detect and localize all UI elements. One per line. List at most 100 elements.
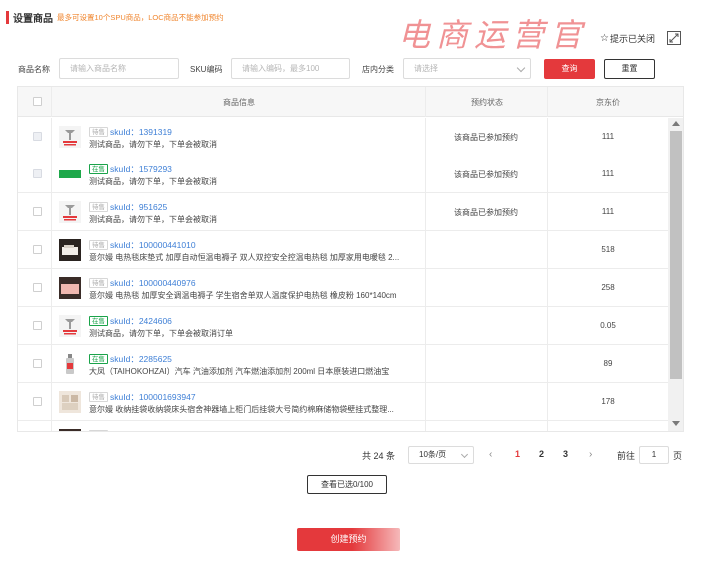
- category-placeholder: 请选择: [414, 64, 438, 73]
- divider: [51, 345, 52, 383]
- row-checkbox[interactable]: [33, 245, 42, 254]
- status-badge: 在售: [89, 164, 108, 174]
- divider: [425, 383, 426, 421]
- reset-button[interactable]: 重置: [604, 59, 655, 79]
- product-price: 178: [601, 397, 615, 406]
- prev-page-icon[interactable]: ‹: [489, 449, 492, 460]
- page-title: 设置商品: [13, 13, 53, 25]
- row-checkbox[interactable]: [33, 321, 42, 330]
- reservation-status: 该商品已参加预约: [454, 170, 518, 179]
- sku-link[interactable]: skuId：100000440976: [110, 277, 196, 289]
- sku-link[interactable]: skuId：1579293: [110, 163, 172, 175]
- product-price: 111: [601, 132, 615, 141]
- header-hint: 最多可设置10个SPU商品，LOC商品不能参加预约: [57, 12, 224, 22]
- product-thumbnail: [59, 391, 81, 413]
- name-input[interactable]: 请输入商品名称: [59, 58, 179, 79]
- divider: [425, 231, 426, 269]
- status-badge: 待售: [89, 202, 108, 212]
- status-badge: 待售: [89, 430, 108, 431]
- product-name: 测试商品，请勿下单，下单会被取消: [89, 177, 217, 186]
- sku-input[interactable]: 请输入编码，最多100: [231, 58, 350, 79]
- category-label: 店内分类: [362, 65, 394, 74]
- chevron-down-icon: [516, 63, 526, 73]
- divider: [425, 345, 426, 383]
- divider: [51, 269, 52, 307]
- page-size-value: 10条/页: [419, 450, 447, 459]
- table-header: 商品信息 预约状态 京东价: [18, 87, 683, 117]
- footer: 创建预约: [0, 507, 703, 567]
- status-badge: 待售: [89, 127, 108, 137]
- goto-input[interactable]: 1: [639, 446, 669, 464]
- product-name: 测试商品，请勿下单，下单会被取消订单: [89, 329, 233, 338]
- reservation-status: 该商品已参加预约: [454, 208, 518, 217]
- page-2[interactable]: 2: [539, 449, 544, 459]
- divider: [425, 421, 426, 431]
- status-badge: 待售: [89, 392, 108, 402]
- row-checkbox[interactable]: [33, 283, 42, 292]
- section-header: 设置商品 最多可设置10个SPU商品，LOC商品不能参加预约: [6, 10, 224, 25]
- divider: [51, 118, 52, 156]
- goto-label: 前往: [617, 451, 636, 461]
- table-row: 待售 skuId：1391319 测试商品，请勿下单，下单会被取消 该商品已参加预约 1…: [18, 118, 668, 156]
- star-icon: ☆: [600, 33, 609, 44]
- sku-link[interactable]: skuId：2424606: [110, 315, 172, 327]
- filter-bar: 商品名称 请输入商品名称 SKU编码 请输入编码，最多100 店内分类 请选择 …: [0, 58, 703, 80]
- row-checkbox[interactable]: [33, 132, 42, 141]
- expand-icon[interactable]: [667, 31, 681, 45]
- reservation-status: 该商品已参加预约: [454, 133, 518, 142]
- view-selected-button[interactable]: 查看已选0/100: [307, 475, 387, 494]
- sku-link[interactable]: skuId：100000441010: [110, 239, 196, 251]
- divider: [51, 155, 52, 193]
- next-page-icon[interactable]: ›: [589, 449, 592, 460]
- page-3[interactable]: 3: [563, 449, 568, 459]
- product-name: 测试商品，请勿下单，下单会被取消: [89, 215, 217, 224]
- product-thumbnail: [59, 239, 81, 261]
- scrollbar-thumb[interactable]: [670, 131, 682, 379]
- table-row: 待售 skuId：951625 测试商品，请勿下单，下单会被取消 该商品已参加预约 11…: [18, 193, 668, 231]
- scroll-down-icon[interactable]: [672, 421, 680, 426]
- status-badge: 待售: [89, 240, 108, 250]
- page-unit: 页: [673, 451, 683, 461]
- product-price: 518: [601, 245, 615, 254]
- row-checkbox[interactable]: [33, 397, 42, 406]
- tip-label: 提示已关闭: [609, 34, 655, 44]
- scroll-up-icon[interactable]: [672, 121, 680, 126]
- row-checkbox[interactable]: [33, 207, 42, 216]
- product-price: 258: [601, 283, 615, 292]
- sku-link[interactable]: skuId：951625: [110, 201, 167, 213]
- product-name: 意尔嫚 电热毯 加厚安全调温电褥子 学生宿舍单双人温度保护电热毯 橡皮粉 160…: [89, 291, 397, 300]
- table-row: 在售 skuId：2285625 大凤（TAIHOKOHZAI）汽车 汽油添加剂 汽…: [18, 345, 668, 383]
- table-row: 待售skuId：100000463100: [18, 421, 668, 431]
- product-thumbnail: [59, 429, 81, 431]
- product-table: 商品信息 预约状态 京东价 待售 skuId：1391319 测试商品，请勿下单，下…: [17, 86, 684, 432]
- search-button[interactable]: 查询: [544, 59, 595, 79]
- divider: [51, 307, 52, 345]
- divider: [51, 231, 52, 269]
- sku-label: SKU编码: [190, 65, 223, 74]
- sku-link[interactable]: skuId：2285625: [110, 353, 172, 365]
- product-thumbnail: [56, 163, 81, 185]
- sku-link[interactable]: skuId：100000463100: [110, 429, 196, 431]
- status-badge: 在售: [89, 354, 108, 364]
- sku-link[interactable]: skuId：1391319: [110, 126, 172, 138]
- total-count: 共 24 条: [362, 451, 396, 461]
- page-size-select[interactable]: 10条/页: [408, 446, 474, 464]
- watermark-fade: [352, 507, 703, 567]
- page-1[interactable]: 1: [515, 449, 520, 459]
- column-product-info: 商品信息: [223, 98, 255, 107]
- status-badge: 在售: [89, 316, 108, 326]
- category-select[interactable]: 请选择: [403, 58, 531, 79]
- column-status: 预约状态: [471, 98, 503, 107]
- product-name: 意尔嫚 电热毯床垫式 加厚自动恒温电褥子 双人双控安全控温电热毯 加厚家用电暖毯…: [89, 253, 400, 262]
- sku-link[interactable]: skuId：100001693947: [110, 391, 196, 403]
- row-checkbox[interactable]: [33, 169, 42, 178]
- row-checkbox[interactable]: [33, 359, 42, 368]
- product-thumbnail: [59, 277, 81, 299]
- select-all-checkbox[interactable]: [33, 97, 42, 106]
- table-row: 在售 skuId：1579293 测试商品，请勿下单，下单会被取消 该商品已参加预约 1…: [18, 155, 668, 193]
- chevron-down-icon: [460, 450, 469, 459]
- header-accent-bar: [6, 10, 9, 24]
- table-row: 在售 skuId：2424606 测试商品，请勿下单，下单会被取消订单 0.05: [18, 307, 668, 345]
- tip-toggle[interactable]: ☆ 提示已关闭: [600, 32, 655, 45]
- pagination: 共 24 条 10条/页 ‹ 1 2 3 › 前往 1 页: [0, 446, 703, 464]
